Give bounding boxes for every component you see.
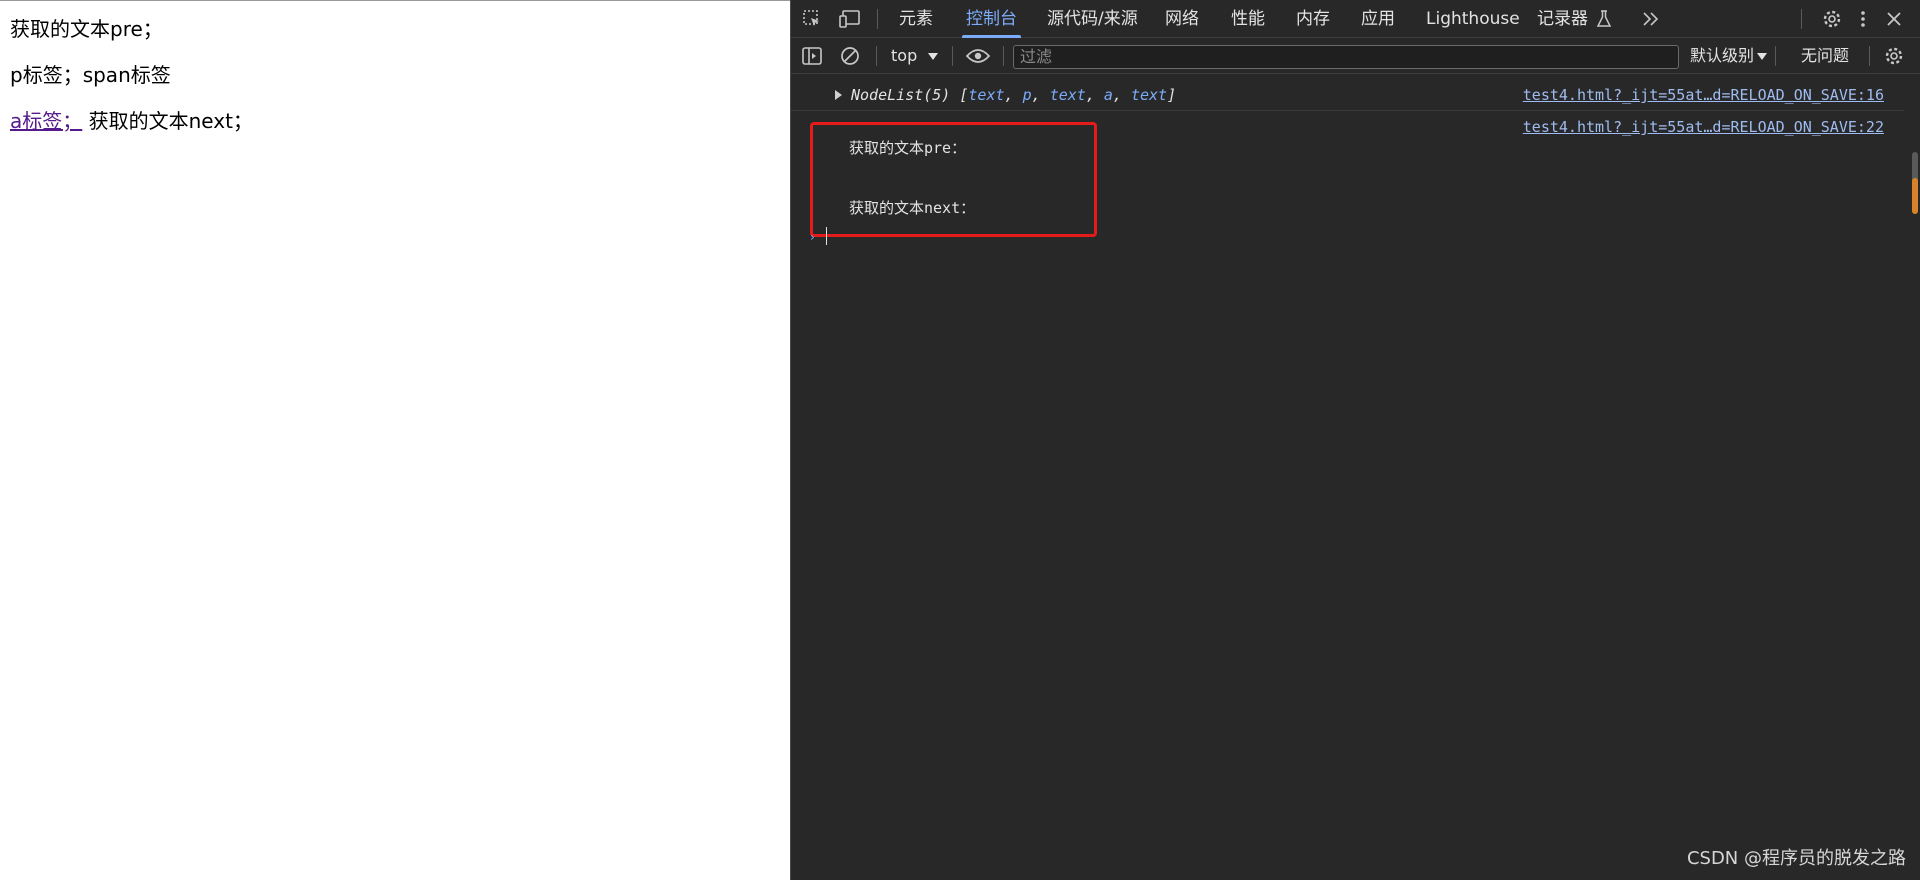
divider bbox=[876, 46, 877, 66]
more-tabs-chevron-icon[interactable] bbox=[1641, 9, 1661, 29]
log-level-value: 默认级别 bbox=[1690, 46, 1755, 65]
chevron-down-icon bbox=[1756, 50, 1768, 62]
highlight-annotation-box bbox=[810, 122, 1097, 237]
watermark: CSDN @程序员的脱发之路 bbox=[1686, 848, 1906, 869]
nodelist-item: text bbox=[1049, 86, 1086, 104]
divider bbox=[1775, 46, 1776, 66]
tab-performance[interactable]: 性能 bbox=[1231, 0, 1265, 38]
tab-memory[interactable]: 内存 bbox=[1296, 0, 1330, 38]
tab-recorder[interactable]: 记录器 bbox=[1537, 0, 1588, 38]
divider bbox=[1869, 46, 1870, 66]
source-link[interactable]: test4.html?_ijt=55at…d=RELOAD_ON_SAVE:16 bbox=[1523, 86, 1884, 104]
text-line-a-next: a标签； 获取的文本next； bbox=[10, 105, 253, 134]
sidebar-toggle-icon[interactable] bbox=[801, 46, 823, 66]
nodelist-item: text bbox=[1130, 86, 1168, 104]
live-expression-eye-icon[interactable] bbox=[965, 46, 991, 66]
context-value: top bbox=[891, 46, 918, 65]
chevron-down-icon bbox=[927, 50, 939, 62]
text-line-pre: 获取的文本pre； bbox=[10, 17, 163, 41]
clear-console-icon[interactable] bbox=[839, 45, 861, 67]
prompt-chevron-icon: › bbox=[810, 230, 815, 244]
filter-input[interactable]: 过滤 bbox=[1013, 45, 1679, 69]
console-settings-gear-icon[interactable] bbox=[1883, 45, 1905, 67]
divider bbox=[952, 46, 953, 66]
console-toolbar: top 过滤 默认级别 无问题 bbox=[791, 38, 1920, 74]
tab-lighthouse[interactable]: Lighthouse bbox=[1426, 0, 1520, 38]
console-message-nodelist[interactable]: NodeList(5) [text, p, text, a, text] tes… bbox=[791, 82, 1904, 111]
tab-application[interactable]: 应用 bbox=[1361, 0, 1395, 38]
nodelist-text: NodeList(5) [text, p, text, a, text] bbox=[851, 86, 1177, 104]
console-input-caret[interactable] bbox=[826, 227, 827, 245]
nodelist-item: p bbox=[1022, 86, 1032, 104]
flask-icon bbox=[1595, 10, 1613, 28]
settings-gear-icon[interactable] bbox=[1821, 8, 1843, 30]
nodelist-item: text bbox=[968, 86, 1005, 104]
close-icon[interactable] bbox=[1883, 8, 1905, 30]
device-toolbar-icon[interactable] bbox=[839, 8, 863, 30]
log-level-dropdown[interactable]: 默认级别 bbox=[1690, 38, 1754, 74]
nodelist-item: a bbox=[1103, 86, 1113, 104]
expand-triangle-icon[interactable] bbox=[835, 90, 842, 100]
tab-network[interactable]: 网络 bbox=[1165, 0, 1199, 38]
scrollbar-marker bbox=[1912, 178, 1918, 214]
divider bbox=[1003, 46, 1004, 66]
kebab-menu-icon[interactable] bbox=[1857, 8, 1869, 30]
devtools-panel: 元素 控制台 源代码/来源 网络 性能 内存 应用 Lighthouse 记录器 bbox=[790, 0, 1920, 880]
page-viewport: 获取的文本pre； p标签；span标签 a标签； 获取的文本next； bbox=[0, 0, 790, 880]
devtools-tabbar: 元素 控制台 源代码/来源 网络 性能 内存 应用 Lighthouse 记录器 bbox=[791, 0, 1920, 38]
tab-console[interactable]: 控制台 bbox=[962, 0, 1021, 38]
divider bbox=[1801, 9, 1802, 29]
tab-elements[interactable]: 元素 bbox=[899, 0, 933, 38]
text-next: 获取的文本next； bbox=[82, 109, 253, 133]
issues-button[interactable]: 无问题 bbox=[1801, 38, 1849, 74]
tab-sources[interactable]: 源代码/来源 bbox=[1047, 0, 1138, 38]
divider bbox=[877, 9, 878, 29]
anchor-link[interactable]: a标签； bbox=[10, 109, 82, 133]
text-line-p-span: p标签；span标签 bbox=[10, 63, 171, 87]
source-link[interactable]: test4.html?_ijt=55at…d=RELOAD_ON_SAVE:22 bbox=[1523, 118, 1884, 136]
inspect-element-icon[interactable] bbox=[801, 8, 823, 30]
context-select[interactable]: top bbox=[891, 38, 917, 74]
